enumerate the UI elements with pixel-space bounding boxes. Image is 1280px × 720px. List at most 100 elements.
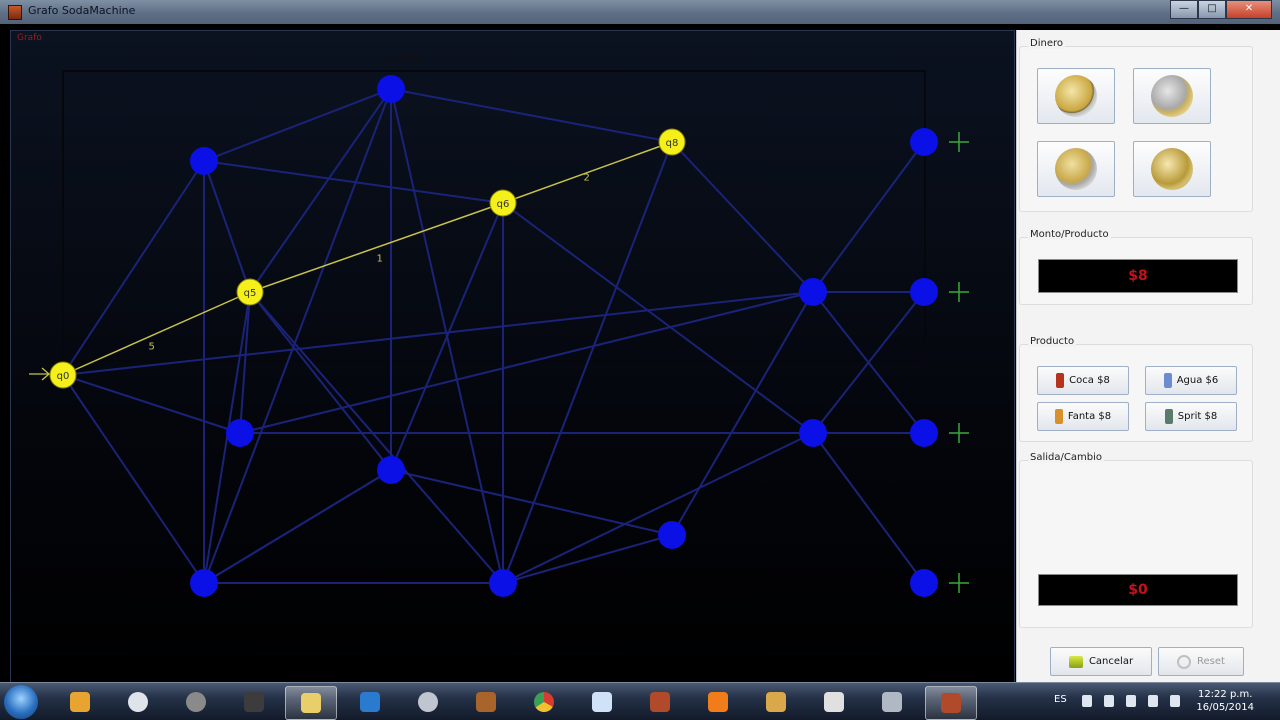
- graph-edge: [249, 291, 504, 584]
- network-icon[interactable]: [1126, 695, 1136, 707]
- volume-icon[interactable]: [1104, 695, 1114, 707]
- coin-10-button[interactable]: [1133, 141, 1211, 197]
- graph-edge: [203, 160, 504, 204]
- graph-node-n13: [910, 569, 938, 597]
- coin-icon: [1151, 75, 1193, 117]
- taskbar-app-15[interactable]: [867, 686, 917, 718]
- taskbar-media-player[interactable]: [55, 686, 105, 718]
- graph-active-path: 5 1 2: [62, 141, 673, 376]
- monto-title: Monto/Producto: [1028, 229, 1111, 240]
- refresh-icon: [186, 692, 206, 712]
- producto-title: Producto: [1028, 336, 1077, 347]
- graph-node-label: q8: [666, 138, 679, 149]
- graph-edge: [203, 469, 392, 584]
- edge-weight-label: 2: [584, 173, 590, 184]
- graph-edge: [671, 291, 814, 536]
- maximize-button[interactable]: □: [1198, 0, 1226, 19]
- hammer-icon: [766, 692, 786, 712]
- taskbar-app-4[interactable]: [229, 686, 279, 718]
- graph-edge: [390, 88, 673, 143]
- product-sprit-button[interactable]: Sprit $8: [1145, 402, 1237, 431]
- graph-edge: [239, 291, 814, 434]
- graph-edge: [203, 88, 392, 584]
- plus-icon: [949, 132, 969, 152]
- graph-edge: [812, 432, 925, 584]
- graph-edge: [249, 88, 392, 293]
- coin-1-button[interactable]: [1037, 68, 1115, 124]
- graph-node-n4: [799, 278, 827, 306]
- taskbar-app-7[interactable]: [403, 686, 453, 718]
- clapper-icon: [882, 692, 902, 712]
- window-controls: — □ ✕: [1170, 0, 1272, 19]
- clock[interactable]: 12:22 p.m. 16/05/2014: [1196, 688, 1254, 714]
- product-agua-button[interactable]: Agua $6: [1145, 366, 1237, 395]
- taskbar-app-8[interactable]: [461, 686, 511, 718]
- bottle-icon: [1163, 373, 1172, 388]
- graph-top-label: Cambio: [386, 53, 424, 64]
- language-indicator[interactable]: ES: [1054, 694, 1067, 705]
- close-button[interactable]: ✕: [1226, 0, 1272, 19]
- graph-edge: [203, 160, 251, 293]
- cancel-label: Cancelar: [1088, 656, 1134, 667]
- cancel-button[interactable]: Cancelar: [1050, 647, 1152, 676]
- reset-icon: [1177, 654, 1192, 669]
- taskbar-app-10[interactable]: [577, 686, 627, 718]
- tool-icon: [244, 692, 264, 712]
- product-coca-button[interactable]: Coca $8: [1037, 366, 1129, 395]
- taskbar-xampp[interactable]: [693, 686, 743, 718]
- graph-plus-markers: [949, 132, 969, 593]
- cards-icon: [824, 692, 844, 712]
- taskbar: ES 12:22 p.m. 16/05/2014: [0, 682, 1280, 720]
- minimize-button[interactable]: —: [1170, 0, 1198, 19]
- graph-node-n1: [377, 75, 405, 103]
- can-icon: [1056, 373, 1065, 388]
- flag-icon[interactable]: [1148, 695, 1158, 707]
- graph-node-n8: [799, 419, 827, 447]
- edge-weight-label: 5: [149, 342, 155, 353]
- taskbar-app-6[interactable]: [345, 686, 395, 718]
- product-fanta-label: Fanta $8: [1067, 411, 1112, 422]
- taskbar-app-2[interactable]: [113, 686, 163, 718]
- start-button[interactable]: [4, 685, 38, 719]
- tray-expand-icon[interactable]: [1082, 695, 1092, 707]
- can-icon: [941, 693, 961, 713]
- graph-node-n6: [226, 419, 254, 447]
- graph-node-label: q0: [57, 371, 70, 382]
- monto-display: $8: [1038, 259, 1238, 293]
- graph-node-n3: [910, 128, 938, 156]
- xampp-icon: [708, 692, 728, 712]
- active-edge: [249, 202, 504, 293]
- folder-icon: [301, 693, 321, 713]
- app-icon: [8, 5, 22, 20]
- coin-icon: [1055, 75, 1097, 117]
- can-icon: [1164, 409, 1173, 424]
- graph-edge: [671, 141, 814, 293]
- graph-nodes: q0 q5 q6 q8: [49, 75, 938, 597]
- taskbar-chrome[interactable]: [519, 686, 569, 718]
- taskbar-app-3[interactable]: [171, 686, 221, 718]
- coin-icon: [1151, 148, 1193, 190]
- power-icon[interactable]: [1170, 695, 1180, 707]
- window-titlebar: Grafo SodaMachine — □ ✕: [0, 0, 1280, 24]
- taskbar-sodamachine[interactable]: [925, 686, 977, 720]
- coin-2-button[interactable]: [1133, 68, 1211, 124]
- graph-edge: [502, 202, 814, 434]
- taskbar-app-11[interactable]: [635, 686, 685, 718]
- product-coca-label: Coca $8: [1069, 375, 1110, 386]
- graph-node-n5: [910, 278, 938, 306]
- cube-icon: [592, 692, 612, 712]
- taskbar-app-13[interactable]: [751, 686, 801, 718]
- cancel-icon: [1068, 655, 1083, 668]
- graph-edge: [502, 432, 814, 584]
- graph-edge: [62, 374, 205, 584]
- graph-node-n10: [658, 521, 686, 549]
- play-icon: [360, 692, 380, 712]
- plus-icon: [949, 423, 969, 443]
- reset-button[interactable]: Reset: [1158, 647, 1244, 676]
- product-fanta-button[interactable]: Fanta $8: [1037, 402, 1129, 431]
- taskbar-app-14[interactable]: [809, 686, 859, 718]
- coin-5-button[interactable]: [1037, 141, 1115, 197]
- graph-edge: [62, 291, 814, 376]
- taskbar-explorer[interactable]: [285, 686, 337, 720]
- chrome-icon: [534, 692, 554, 712]
